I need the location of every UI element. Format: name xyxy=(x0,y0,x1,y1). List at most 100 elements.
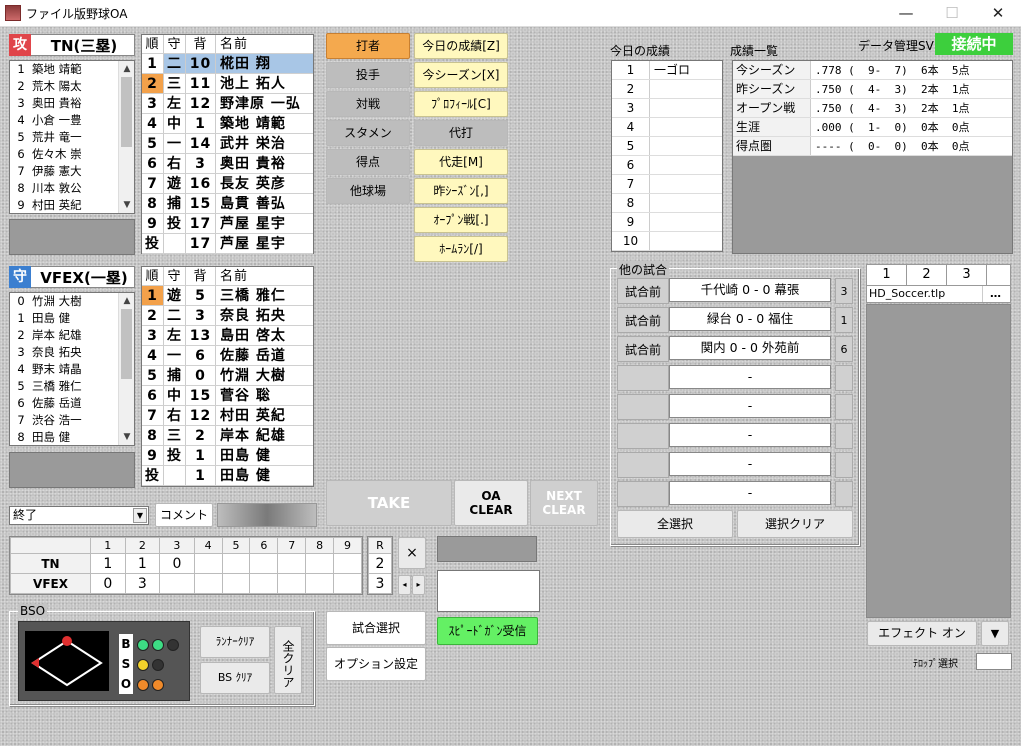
batter-button[interactable]: 打者 xyxy=(326,33,410,59)
stats-row[interactable]: 生涯 .000 ( 1- 0) 0本 0点 xyxy=(733,118,1012,137)
today-row[interactable]: 8 xyxy=(612,194,722,213)
close-button[interactable]: ✕ xyxy=(975,0,1021,27)
today-row[interactable]: 5 xyxy=(612,137,722,156)
open-games-button[interactable]: ｵｰﾌﾟﾝ戦[.] xyxy=(414,207,508,233)
roster-item[interactable]: 2 岸本 紀雄 xyxy=(10,327,134,344)
lineup-row[interactable]: 7 遊 16 長友 英彦 xyxy=(142,174,313,194)
pinch-hit-button[interactable]: 代打 xyxy=(414,120,508,146)
other-game-row[interactable]: - xyxy=(611,365,853,391)
chevron-down-icon[interactable]: ▼ xyxy=(981,621,1009,646)
roster-item[interactable]: 2 荒木 陽太 xyxy=(10,78,134,95)
select-clear-button[interactable]: 選択クリア xyxy=(737,510,853,538)
minimize-button[interactable]: — xyxy=(883,0,929,27)
today-row[interactable]: 3 xyxy=(612,99,722,118)
lineup-row[interactable]: 5 一 14 武井 栄治 xyxy=(142,134,313,154)
roster-item[interactable]: 5 三橋 雅仁 xyxy=(10,378,134,395)
telop-file-field[interactable]: HD_Soccer.tlp … xyxy=(866,285,1011,303)
stats-row[interactable]: オープン戦 .750 ( 4- 3) 2本 1点 xyxy=(733,99,1012,118)
homerun-button[interactable]: ﾎｰﾑﾗﾝ[/] xyxy=(414,236,508,262)
lineup-row[interactable]: 投 17 芦屋 星宇 xyxy=(142,234,313,254)
bs-clear-button[interactable]: BS ｸﾘｱ xyxy=(200,662,270,694)
other-game-row[interactable]: - xyxy=(611,423,853,449)
telop-select-field[interactable] xyxy=(976,653,1012,670)
other-game-row[interactable]: 試合前 緑台 0 - 0 福住 1 xyxy=(611,307,853,333)
offense-roster-list[interactable]: ▲ ▼ 1 築地 靖範 2 荒木 陽太 3 奥田 貴裕 4 小倉 一豊 5 荒井 竜一 6 佐々木 崇7伊… xyxy=(9,60,135,214)
pitcher-button[interactable]: 投手 xyxy=(326,62,410,88)
today-row[interactable]: 1 一ゴロ xyxy=(612,61,722,80)
lineup-row[interactable]: 1 遊 5 三橋 雅仁 xyxy=(142,286,313,306)
roster-item[interactable]: 8 田島 健 xyxy=(10,429,134,446)
pinch-run-button[interactable]: 代走[M] xyxy=(414,149,508,175)
defense-roster-list[interactable]: ▲ ▼ 0 竹淵 大樹 1 田島 健 2 岸本 紀雄 3 奈良 拓央 4 野末 靖晶 5 三橋 雅仁 6 佐藤… xyxy=(9,292,135,446)
roster-item[interactable]: 1 田島 健 xyxy=(10,310,134,327)
roster-item[interactable]: 0 竹淵 大樹 xyxy=(10,293,134,310)
runner-clear-button[interactable]: ﾗﾝﾅｰｸﾘｱ xyxy=(200,626,270,658)
comment-button[interactable]: コメント xyxy=(155,503,213,527)
other-game-row[interactable]: - xyxy=(611,481,853,507)
score-button[interactable]: 得点 xyxy=(326,149,410,175)
stats-row[interactable]: 昨シーズン .750 ( 4- 3) 2本 1点 xyxy=(733,80,1012,99)
telop-list[interactable] xyxy=(866,304,1011,618)
lineup-row[interactable]: 3 左 12 野津原 一弘 xyxy=(142,94,313,114)
today-stats-button[interactable]: 今日の成績[Z] xyxy=(414,33,508,59)
option-settings-button[interactable]: オプション設定 xyxy=(326,647,426,681)
lineup-row[interactable]: 4 一 6 佐藤 岳道 xyxy=(142,346,313,366)
next-clear-button[interactable]: NEXT CLEAR xyxy=(530,480,598,526)
other-game-row[interactable]: - xyxy=(611,452,853,478)
roster-item[interactable]: 8 川本 敦公 xyxy=(10,180,134,197)
lineup-row[interactable]: 2 二 3 奈良 拓央 xyxy=(142,306,313,326)
roster-item[interactable]: 6 佐藤 岳道 xyxy=(10,395,134,412)
today-row[interactable]: 10 xyxy=(612,232,722,251)
profile-button[interactable]: ﾌﾟﾛﾌｨｰﾙ[C] xyxy=(414,91,508,117)
game-status-select[interactable]: 終了 ▼ xyxy=(9,506,149,525)
inning-prev-button[interactable]: ◂ xyxy=(398,575,411,595)
diamond-field[interactable] xyxy=(25,631,109,691)
select-all-button[interactable]: 全選択 xyxy=(617,510,733,538)
browse-button[interactable]: … xyxy=(982,286,1008,302)
chevron-down-icon[interactable]: ▼ xyxy=(133,508,147,523)
lineup-row[interactable]: 6 中 15 菅谷 聡 xyxy=(142,386,313,406)
roster-item[interactable]: 4 小倉 一豊 xyxy=(10,112,134,129)
stats-row[interactable]: 得点圏 ---- ( 0- 0) 0本 0点 xyxy=(733,137,1012,156)
lineup-row[interactable]: 9 投 1 田島 健 xyxy=(142,446,313,466)
this-season-button[interactable]: 今シーズン[X] xyxy=(414,62,508,88)
last-season-button[interactable]: 昨ｼｰｽﾞﾝ[,] xyxy=(414,178,508,204)
other-park-button[interactable]: 他球場 xyxy=(326,178,410,204)
lineup-row[interactable]: 6 右 3 奥田 貴裕 xyxy=(142,154,313,174)
roster-item[interactable]: 7 伊藤 憲大 xyxy=(10,163,134,180)
roster-item[interactable]: 7 渋谷 浩一 xyxy=(10,412,134,429)
matchup-button[interactable]: 対戦 xyxy=(326,91,410,117)
other-game-row[interactable]: - xyxy=(611,394,853,420)
today-row[interactable]: 6 xyxy=(612,156,722,175)
lineup-row[interactable]: 3 左 13 島田 啓太 xyxy=(142,326,313,346)
lineup-row[interactable]: 2 三 11 池上 拓人 xyxy=(142,74,313,94)
telop-tab[interactable]: 3 xyxy=(947,265,987,285)
today-row[interactable]: 2 xyxy=(612,80,722,99)
take-button[interactable]: TAKE xyxy=(326,480,452,526)
today-row[interactable]: 7 xyxy=(612,175,722,194)
roster-item[interactable]: 5 荒井 竜一 xyxy=(10,129,134,146)
roster-item[interactable]: 4 野末 靖晶 xyxy=(10,361,134,378)
roster-item[interactable]: 3 奈良 拓央 xyxy=(10,344,134,361)
all-clear-button[interactable]: 全クリア xyxy=(274,626,302,694)
lineup-row[interactable]: 投 1 田島 健 xyxy=(142,466,313,486)
roster-item[interactable]: 1 築地 靖範 xyxy=(10,61,134,78)
starting-lineup-button[interactable]: スタメン xyxy=(326,120,410,146)
today-row[interactable]: 4 xyxy=(612,118,722,137)
lineup-row[interactable]: 7 右 12 村田 英紀 xyxy=(142,406,313,426)
maximize-button[interactable]: ☐ xyxy=(929,0,975,27)
lineup-row[interactable]: 1 二 10 椛田 翔 xyxy=(142,54,313,74)
other-game-row[interactable]: 試合前 千代崎 0 - 0 幕張 3 xyxy=(611,278,853,304)
effect-on-button[interactable]: エフェクト オン xyxy=(867,621,977,646)
oa-clear-button[interactable]: OA CLEAR xyxy=(454,480,528,526)
lineup-row[interactable]: 8 三 2 岸本 紀雄 xyxy=(142,426,313,446)
roster-item[interactable]: 3 奥田 貴裕 xyxy=(10,95,134,112)
inning-next-button[interactable]: ▸ xyxy=(412,575,425,595)
telop-tab[interactable]: 2 xyxy=(907,265,947,285)
stats-row[interactable]: 今シーズン .778 ( 9- 7) 6本 5点 xyxy=(733,61,1012,80)
roster-item[interactable]: 9 村田 英紀 xyxy=(10,197,134,214)
roster-item[interactable]: 6 佐々木 崇 xyxy=(10,146,134,163)
lineup-row[interactable]: 8 捕 15 島貫 善弘 xyxy=(142,194,313,214)
lineup-row[interactable]: 4 中 1 築地 靖範 xyxy=(142,114,313,134)
lineup-row[interactable]: 5 捕 0 竹淵 大樹 xyxy=(142,366,313,386)
